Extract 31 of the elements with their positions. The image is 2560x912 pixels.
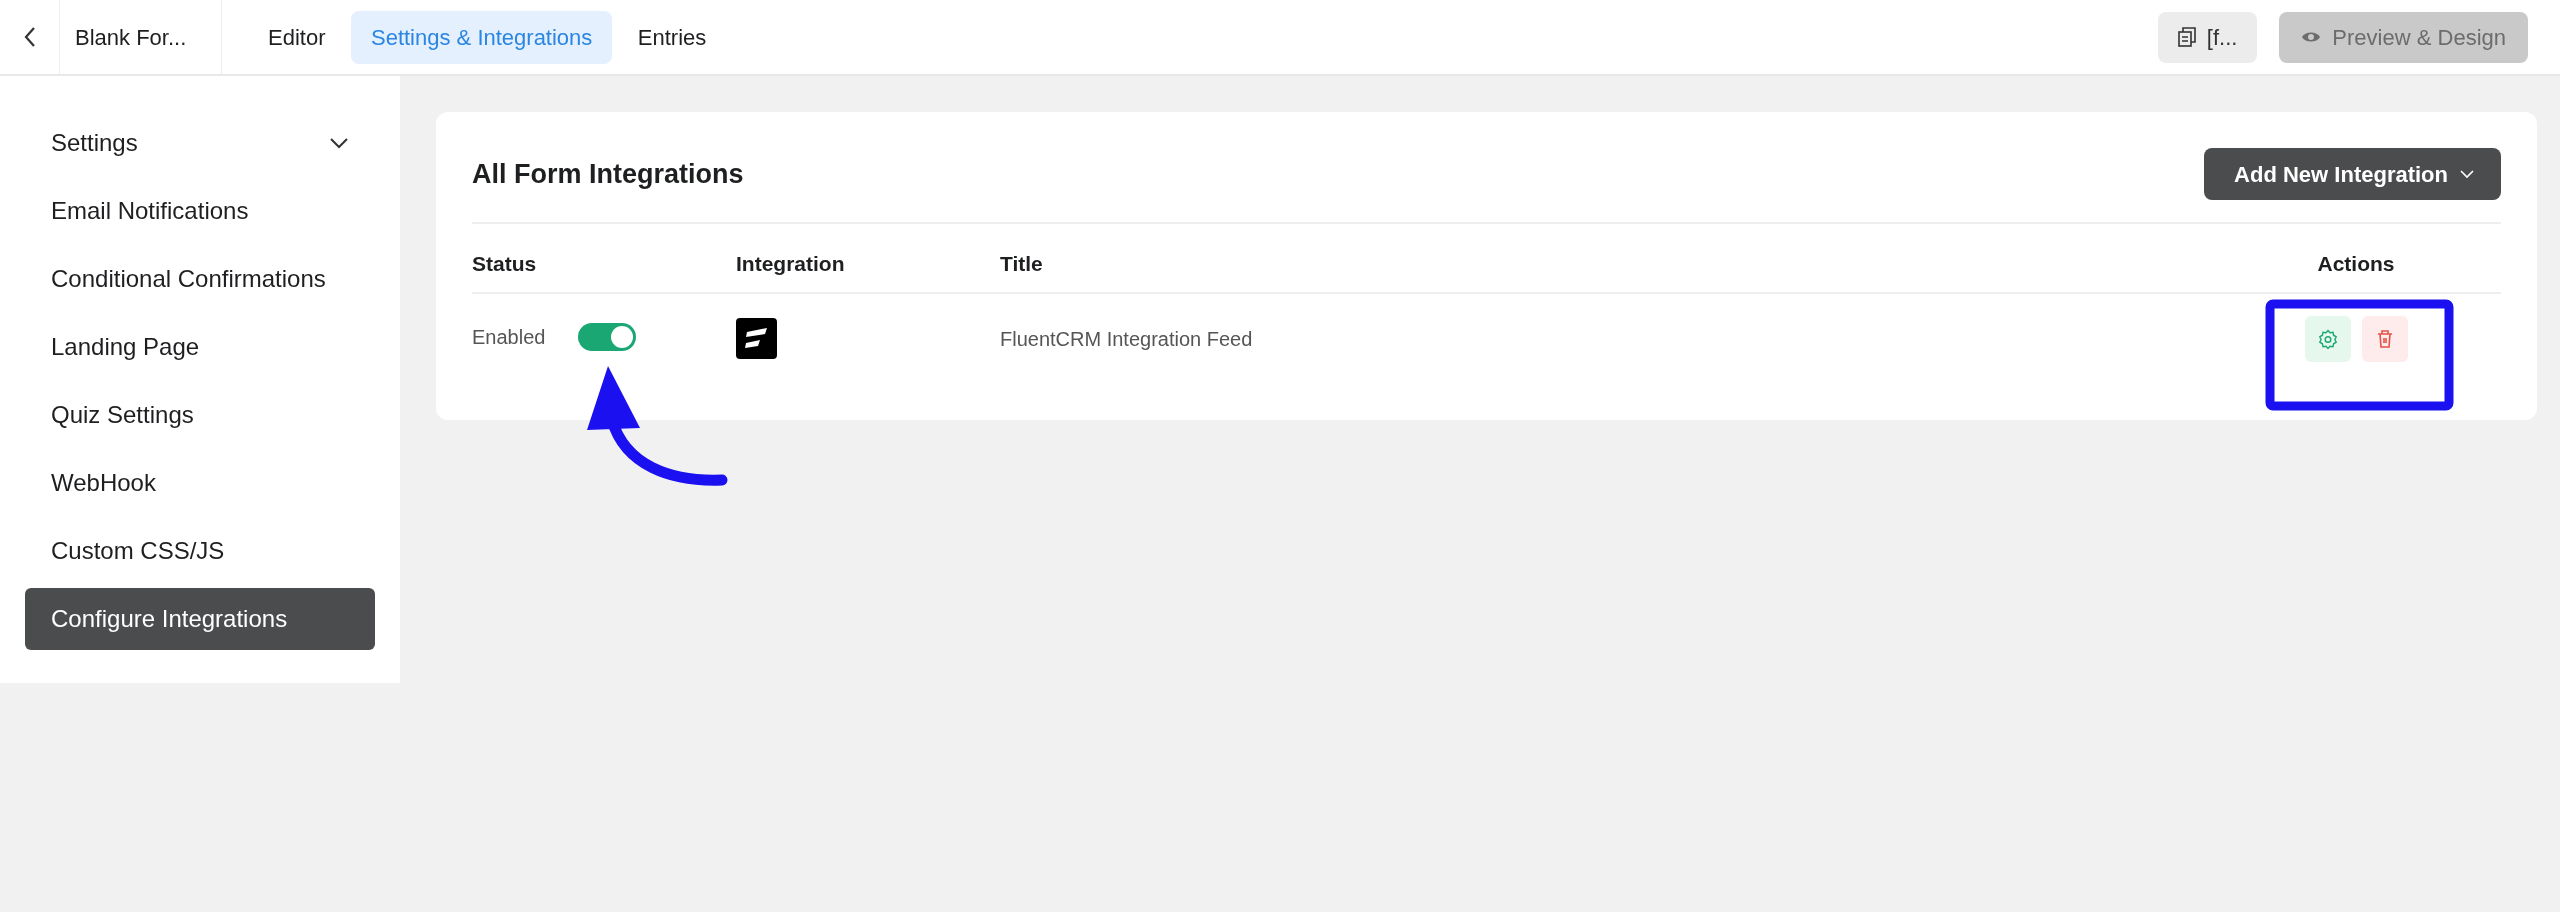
sidebar-item[interactable]: Conditional Confirmations (25, 248, 375, 310)
sidebar-item[interactable]: Landing Page (25, 316, 375, 378)
column-header: Title (1000, 252, 1043, 275)
status-label: Enabled (472, 324, 546, 350)
integration-logo-icon (736, 318, 777, 359)
panel-title: All Form Integrations (472, 157, 744, 191)
settings-icon (2317, 328, 2338, 349)
add-integration-button[interactable]: Add New Integration (2204, 148, 2501, 200)
sidebar-item[interactable]: Quiz Settings (25, 384, 375, 446)
copy-icon (2177, 27, 2196, 47)
column-header: Integration (736, 252, 845, 275)
delete-button[interactable] (2361, 315, 2408, 362)
sidebar-item[interactable]: WebHook (25, 452, 375, 514)
chevron-down-icon (2459, 169, 2475, 179)
shortcode-button[interactable]: [f... (2157, 11, 2258, 63)
back-icon[interactable] (22, 26, 37, 48)
eye-icon (2301, 30, 2322, 44)
column-header: Actions (2317, 252, 2395, 275)
sidebar-item[interactable]: Configure Integrations (25, 588, 375, 650)
status-toggle[interactable] (578, 322, 637, 351)
column-header: Status (472, 252, 537, 275)
nav-tab[interactable]: Editor (248, 10, 346, 64)
settings-button[interactable] (2304, 315, 2351, 362)
nav-tab[interactable]: Entries (617, 10, 727, 64)
form-name: Blank For... (75, 23, 187, 52)
sidebar-item[interactable]: Email Notifications (25, 180, 375, 242)
chevron-down-icon (329, 137, 349, 149)
sidebar-item[interactable]: Custom CSS/JS (25, 520, 375, 582)
integration-title: FluentCRM Integration Feed (1000, 326, 1253, 352)
trash-icon (2375, 328, 2394, 349)
sidebar-item[interactable]: Settings (25, 112, 375, 174)
